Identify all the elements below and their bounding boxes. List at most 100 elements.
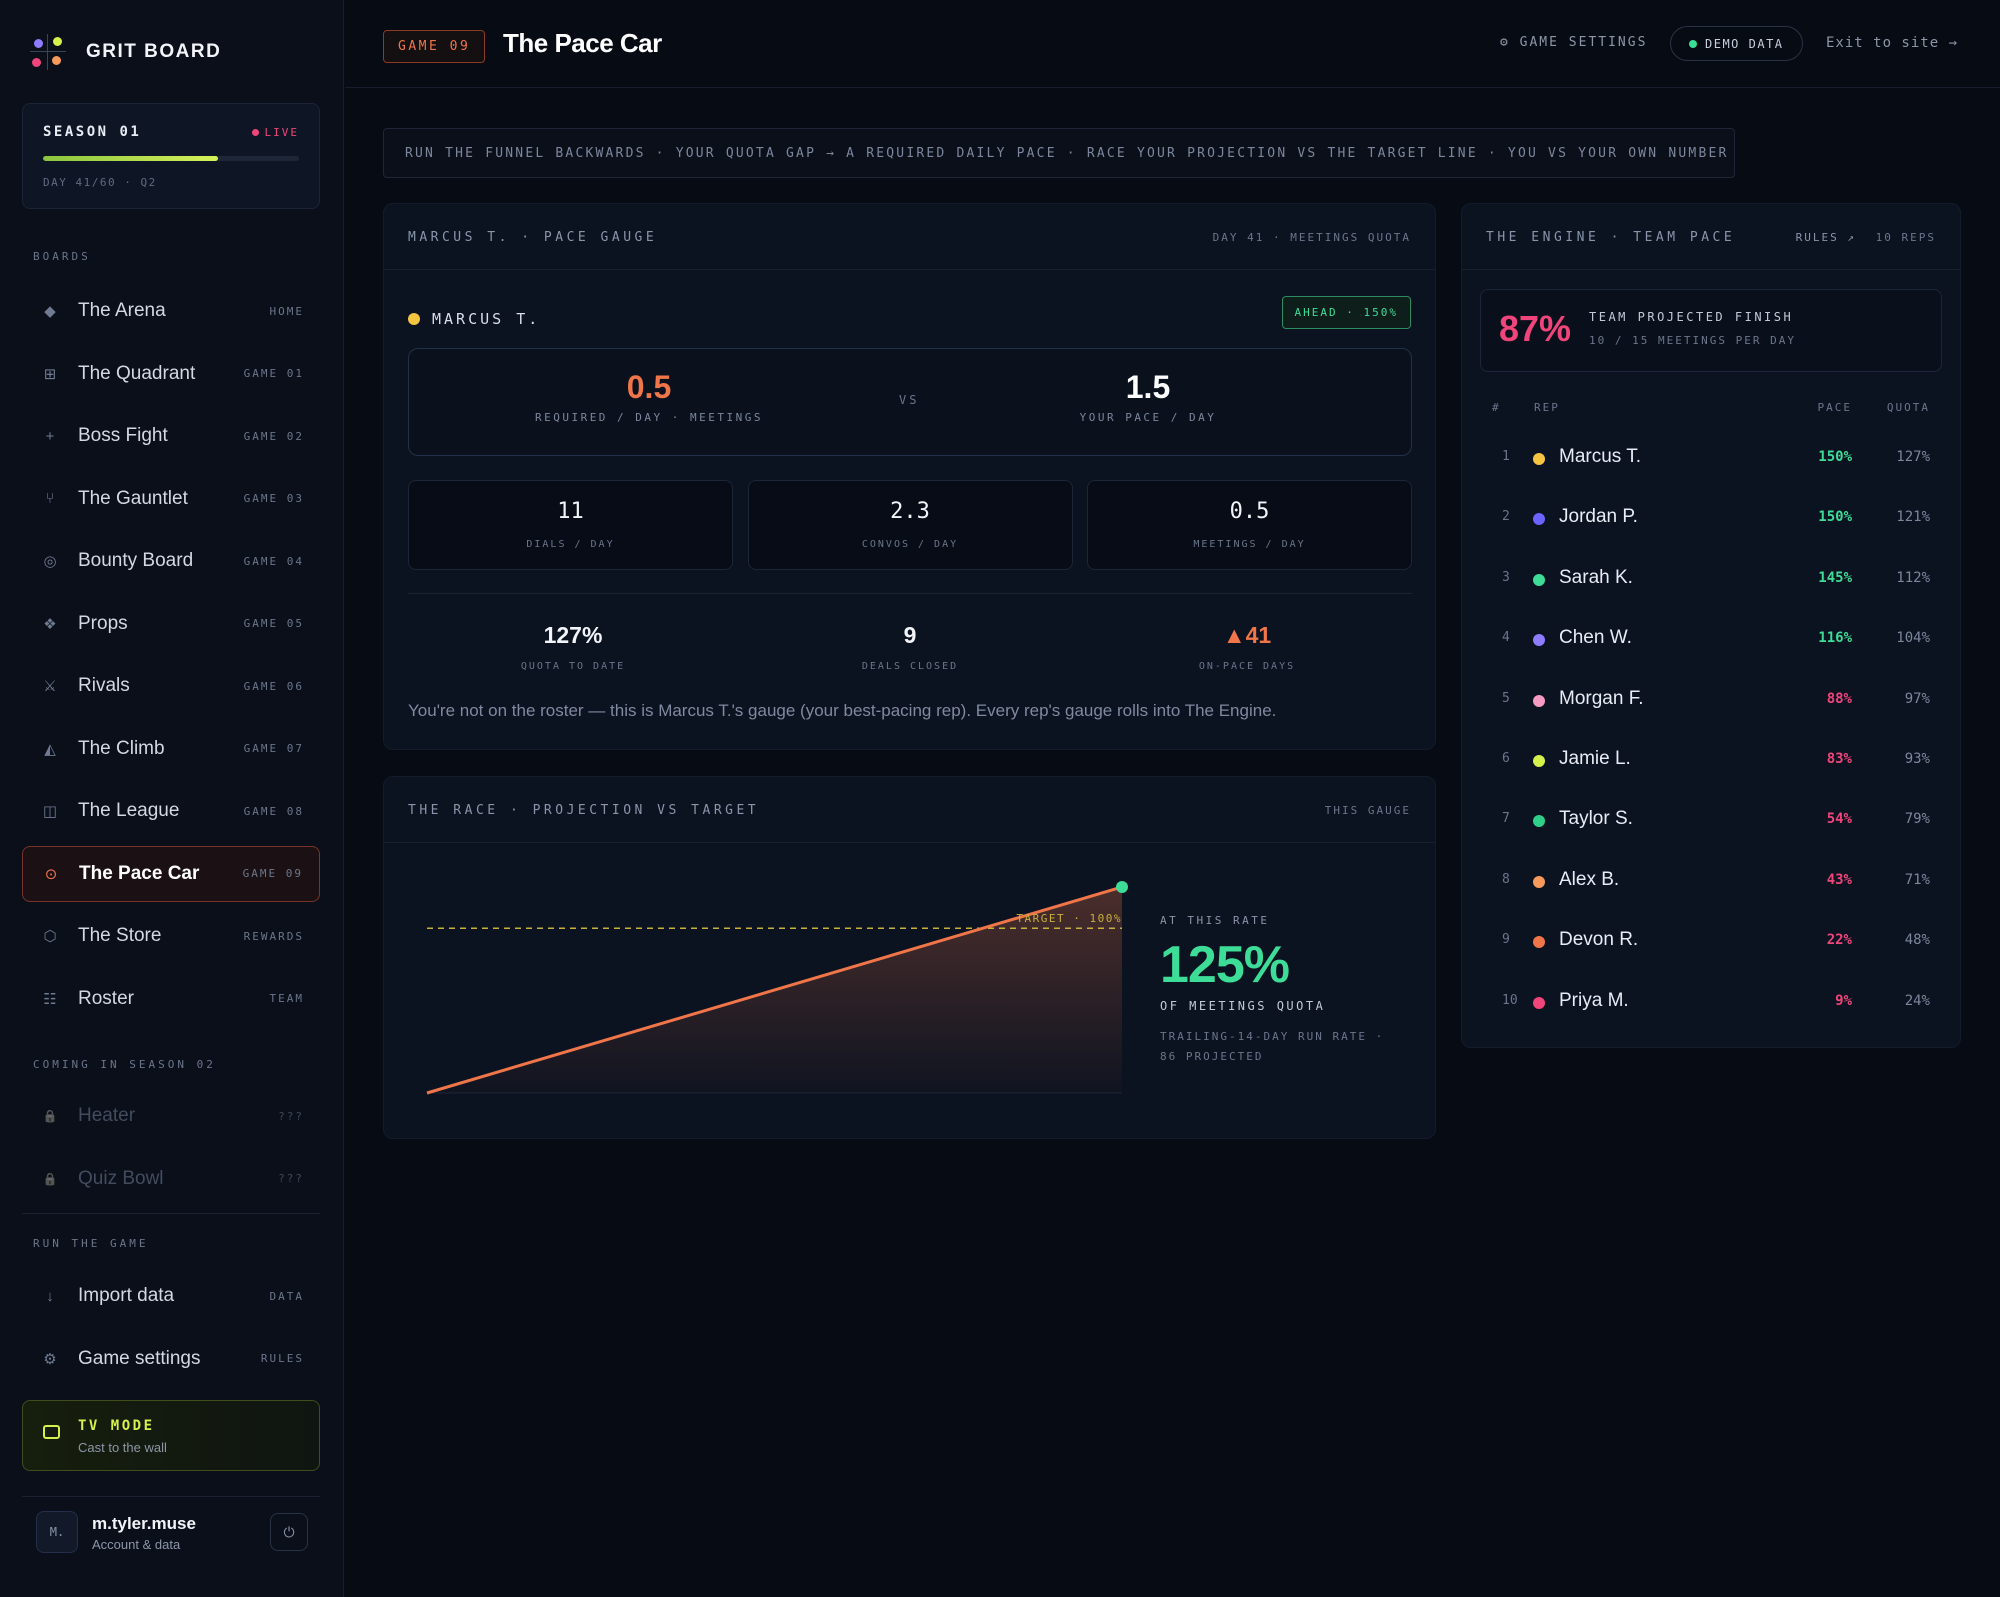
user-account[interactable]: M. m.tyler.muse Account & data ⏻: [22, 1497, 320, 1567]
sidebar-item-tag: GAME 02: [243, 429, 304, 443]
rep-rank: 3: [1502, 569, 1510, 585]
race-chart: TARGET · 100%: [426, 881, 1128, 1095]
card-header: THE ENGINE · TEAM PACE 10 REPS RULES ↗: [1462, 204, 1960, 270]
rep-rank: 9: [1502, 932, 1510, 948]
sidebar-item-tag: REWARDS: [243, 929, 304, 943]
sidebar-item[interactable]: ⬡ The Store REWARDS: [22, 908, 320, 964]
sidebar-item-label: Boss Fight: [78, 425, 168, 446]
summary-stat-value: ▲41: [1222, 622, 1272, 648]
rules-link[interactable]: RULES ↗: [1796, 231, 1856, 244]
sidebar-item-label: The Climb: [78, 737, 165, 759]
fork-icon: ⑂: [45, 490, 55, 507]
funnel-stat-label: DIALS / DAY: [526, 539, 615, 550]
power-icon: ⏻: [283, 1523, 295, 1540]
table-row[interactable]: 6 Jamie L. 83% 93%: [1462, 748, 1960, 811]
sidebar-item[interactable]: ◫ The League GAME 08: [22, 783, 320, 839]
table-row[interactable]: 8 Alex B. 43% 71%: [1462, 869, 1960, 932]
sidebar-item[interactable]: ☷ Roster TEAM: [22, 971, 320, 1027]
table-row[interactable]: 9 Devon R. 22% 48%: [1462, 929, 1960, 992]
rep-quota: 48%: [1904, 932, 1930, 949]
mountain-icon: ◭: [44, 740, 56, 758]
sidebar-item[interactable]: ◆ The Arena HOME: [22, 283, 320, 339]
required-label: REQUIRED / DAY · MEETINGS: [534, 411, 764, 424]
sidebar-item[interactable]: ⚔ Rivals GAME 06: [22, 658, 320, 714]
rep-color-dot: [1533, 453, 1545, 465]
rep-color-dot: [1533, 996, 1545, 1009]
sidebar: GRIT BOARD SEASON 01 LIVE DAY 41/60 · Q2…: [0, 0, 344, 1597]
rate-note: TRAILING-14-DAY RUN RATE ·: [1160, 1030, 1385, 1043]
demo-data-toggle[interactable]: DEMO DATA: [1670, 26, 1803, 61]
table-row[interactable]: 7 Taylor S. 54% 79%: [1462, 808, 1960, 871]
funnel-stat-value: 11: [557, 499, 584, 524]
sidebar-item[interactable]: ◭ The Climb GAME 07: [22, 721, 320, 777]
user-subtitle: Account & data: [92, 1537, 181, 1552]
funnel-stat-value: 0.5: [1229, 499, 1270, 524]
sidebar-item[interactable]: ⊞ The Quadrant GAME 01: [22, 346, 320, 402]
sidebar-item[interactable]: ⚙ Game settings RULES: [22, 1331, 320, 1387]
rep-rank: 7: [1502, 811, 1510, 827]
sidebar-item-label: Import data: [78, 1285, 175, 1306]
table-row[interactable]: 5 Morgan F. 88% 97%: [1462, 688, 1960, 751]
rep-color-dot: [1533, 513, 1545, 526]
sidebar-item-label: Props: [78, 612, 128, 634]
rep-pace: 43%: [1826, 871, 1852, 888]
rep-quota: 104%: [1896, 630, 1930, 647]
table-row[interactable]: 3 Sarah K. 145% 112%: [1462, 567, 1960, 630]
sidebar-item[interactable]: ❖ Props GAME 05: [22, 596, 320, 652]
sidebar-item[interactable]: ◎ Bounty Board GAME 04: [22, 533, 320, 589]
demo-data-label: DEMO DATA: [1705, 36, 1784, 51]
sidebar-item-tag: TEAM: [269, 992, 304, 1005]
rep-name: Marcus T.: [1559, 446, 1642, 467]
target-label: TARGET · 100%: [1016, 912, 1122, 925]
sidebar-item[interactable]: ↓ Import data DATA: [22, 1268, 320, 1324]
rep-pace: 22%: [1826, 932, 1852, 949]
swords-icon: ⚔: [43, 678, 57, 695]
funnel-stat: 2.3 CONVOS / DAY: [747, 480, 1073, 570]
rep-color-dot: [1533, 815, 1545, 828]
table-row[interactable]: 4 Chen W. 116% 104%: [1462, 627, 1960, 690]
sidebar-item-tag: GAME 08: [243, 804, 304, 818]
rep-name: Devon R.: [1559, 929, 1639, 951]
grid-icon: ⊞: [43, 365, 57, 383]
rep-pace: 145%: [1818, 569, 1852, 586]
funnel-stat-label: CONVOS / DAY: [861, 539, 959, 550]
game-settings-link[interactable]: ⚙ GAME SETTINGS: [1500, 35, 1647, 50]
gauge-rep: MARCUS T.: [408, 310, 540, 328]
rep-rank: 2: [1502, 509, 1510, 525]
sidebar-item[interactable]: + Boss Fight GAME 02: [22, 408, 320, 464]
funnel-stat-label: MEETINGS / DAY: [1193, 539, 1306, 550]
table-row[interactable]: 10 Priya M. 9% 24%: [1462, 990, 1960, 1053]
table-row[interactable]: 1 Marcus T. 150% 127%: [1462, 446, 1960, 509]
rep-quota: 24%: [1904, 992, 1930, 1009]
card-header: THE RACE · PROJECTION VS TARGET THIS GAU…: [384, 777, 1435, 843]
league-icon: ◫: [42, 803, 58, 820]
rep-color-dot: [1533, 875, 1545, 888]
tv-mode-button[interactable]: TV MODE Cast to the wall: [22, 1400, 320, 1471]
rep-rank: 1: [1502, 449, 1510, 464]
summary-stat: 127% QUOTA TO DATE: [408, 622, 738, 672]
team-projected-pct: 87%: [1499, 308, 1572, 349]
run-section-label: RUN THE GAME: [33, 1237, 149, 1250]
rep-pace: 83%: [1826, 751, 1852, 767]
sidebar-item-locked: 🔒 Quiz Bowl???: [22, 1151, 320, 1207]
rep-name: Jordan P.: [1559, 506, 1638, 528]
rep-color-dot: [1533, 936, 1545, 949]
rep-quota: 121%: [1896, 509, 1930, 526]
sidebar-item-label: Game settings: [78, 1347, 201, 1369]
table-row[interactable]: 2 Jordan P. 150% 121%: [1462, 506, 1960, 569]
logout-button[interactable]: ⏻: [270, 1513, 308, 1551]
card-meta: THIS GAUGE: [1324, 804, 1411, 817]
required-value: 0.5: [626, 369, 672, 405]
sidebar-item[interactable]: ⊙ The Pace Car GAME 09: [22, 845, 320, 902]
team-projected-title: TEAM PROJECTED FINISH: [1589, 310, 1794, 324]
brand[interactable]: GRIT BOARD: [30, 34, 221, 70]
status-dot-icon: [1689, 39, 1697, 48]
rep-quota: 112%: [1896, 569, 1930, 586]
status-badge: AHEAD · 150%: [1281, 296, 1411, 329]
sidebar-item[interactable]: ⑂ The Gauntlet GAME 03: [22, 471, 320, 527]
rep-quota: 127%: [1896, 449, 1930, 465]
exit-to-site-link[interactable]: Exit to site →: [1826, 35, 1958, 51]
funnel-stat: 11 DIALS / DAY: [408, 480, 733, 570]
sidebar-item-label: Rivals: [78, 675, 130, 696]
gear-icon: ⚙: [43, 1350, 57, 1368]
